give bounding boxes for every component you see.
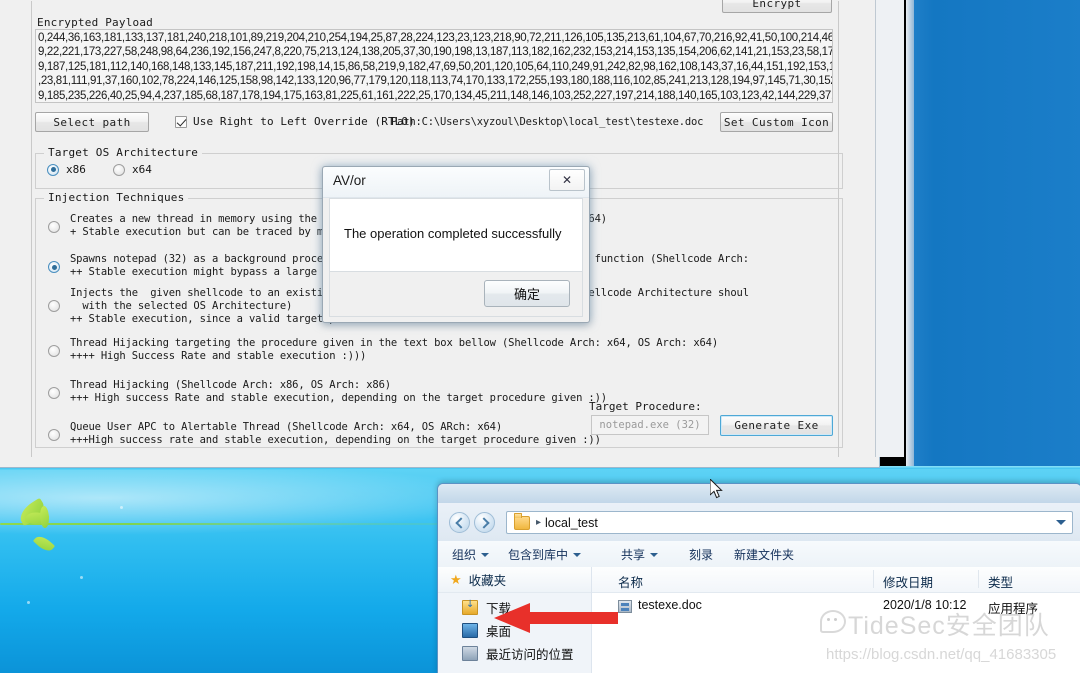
explorer-titlebar[interactable] [438,484,1080,503]
recent-places-icon [462,646,478,661]
avor-dialog: AV/or ✕ The operation completed successf… [322,166,590,323]
explorer-address-bar: ▸ local_test [438,503,1080,541]
dialog-footer: 确定 [329,272,583,317]
screen-root: Encrypt Encrypted Payload 0,244,36,163,1… [0,0,1080,673]
toolbar-organize[interactable]: 组织 [452,546,490,563]
watermark-brand: TideSec安全团队 [848,612,1050,640]
toolbar-share[interactable]: 共享 [621,546,659,563]
wallpaper-dot [120,506,123,509]
chevron-down-icon [481,552,490,557]
sidebar-item-recent-places[interactable]: 最近访问的位置 [462,644,574,663]
breadcrumb-current[interactable]: local_test [545,516,598,530]
column-divider[interactable] [978,570,979,588]
watermark-logo-icon [820,610,846,633]
chevron-down-icon [573,552,582,557]
background-window-edge [906,0,914,466]
star-icon: ★ [450,572,462,587]
toolbar-label: 新建文件夹 [734,548,795,562]
app-right-margin [875,0,904,457]
forward-icon[interactable] [474,512,495,533]
dialog-body: The operation completed successfully [329,198,583,272]
download-icon [462,599,478,615]
background-window [913,0,1080,466]
toolbar-burn[interactable]: 刻录 [689,546,713,563]
wallpaper-leaf-icon [32,532,56,555]
arrow-head [494,603,530,633]
toolbar-label: 组织 [452,548,477,562]
column-header-name[interactable]: 名称 [618,572,643,591]
toolbar-label: 包含到库中 [508,548,569,562]
dialog-ok-button[interactable]: 确定 [484,280,570,307]
application-file-icon [618,600,632,613]
close-icon[interactable]: ✕ [549,169,585,191]
chevron-down-icon[interactable] [1056,520,1066,525]
toolbar-label: 刻录 [689,548,714,562]
breadcrumb-separator-icon: ▸ [536,517,542,528]
wallpaper-dot [80,576,83,579]
explorer-toolbar: 组织 包含到库中 共享 刻录 新建文件夹 [438,541,1080,568]
toolbar-label: 共享 [621,548,646,562]
chevron-down-icon [650,552,659,557]
folder-icon [514,512,530,530]
file-name-cell[interactable]: testexe.doc [638,598,702,612]
column-divider[interactable] [873,570,874,588]
toolbar-new-folder[interactable]: 新建文件夹 [734,546,794,563]
arrow-shaft [528,612,618,624]
mouse-cursor-icon [710,479,724,499]
sidebar-item-label: 最近访问的位置 [486,648,574,662]
wallpaper-dot [27,601,30,604]
sidebar-header-label: 收藏夹 [468,574,507,588]
watermark-url: https://blog.csdn.net/qq_41683305 [826,646,1057,663]
dialog-titlebar: AV/or ✕ [323,167,589,198]
column-header-type[interactable]: 类型 [988,572,1013,591]
dialog-title: AV/or [333,173,366,188]
address-field[interactable]: ▸ local_test [506,511,1073,534]
toolbar-include-in-library[interactable]: 包含到库中 [508,546,582,563]
column-header-date[interactable]: 修改日期 [883,572,933,591]
file-list-column-header: 名称 修改日期 类型 [592,567,1080,593]
explorer-window: ▸ local_test 组织 包含到库中 共享 刻录 新建文件夹 ★ 收藏夹 … [437,483,1080,673]
dialog-message: The operation completed successfully [344,226,562,241]
back-icon[interactable] [449,512,470,533]
desktop-icon [462,623,478,638]
sidebar-favorites-header[interactable]: ★ 收藏夹 [438,567,591,593]
annotation-arrow-icon [494,603,618,633]
wallpaper-leaf-icon [38,505,51,529]
